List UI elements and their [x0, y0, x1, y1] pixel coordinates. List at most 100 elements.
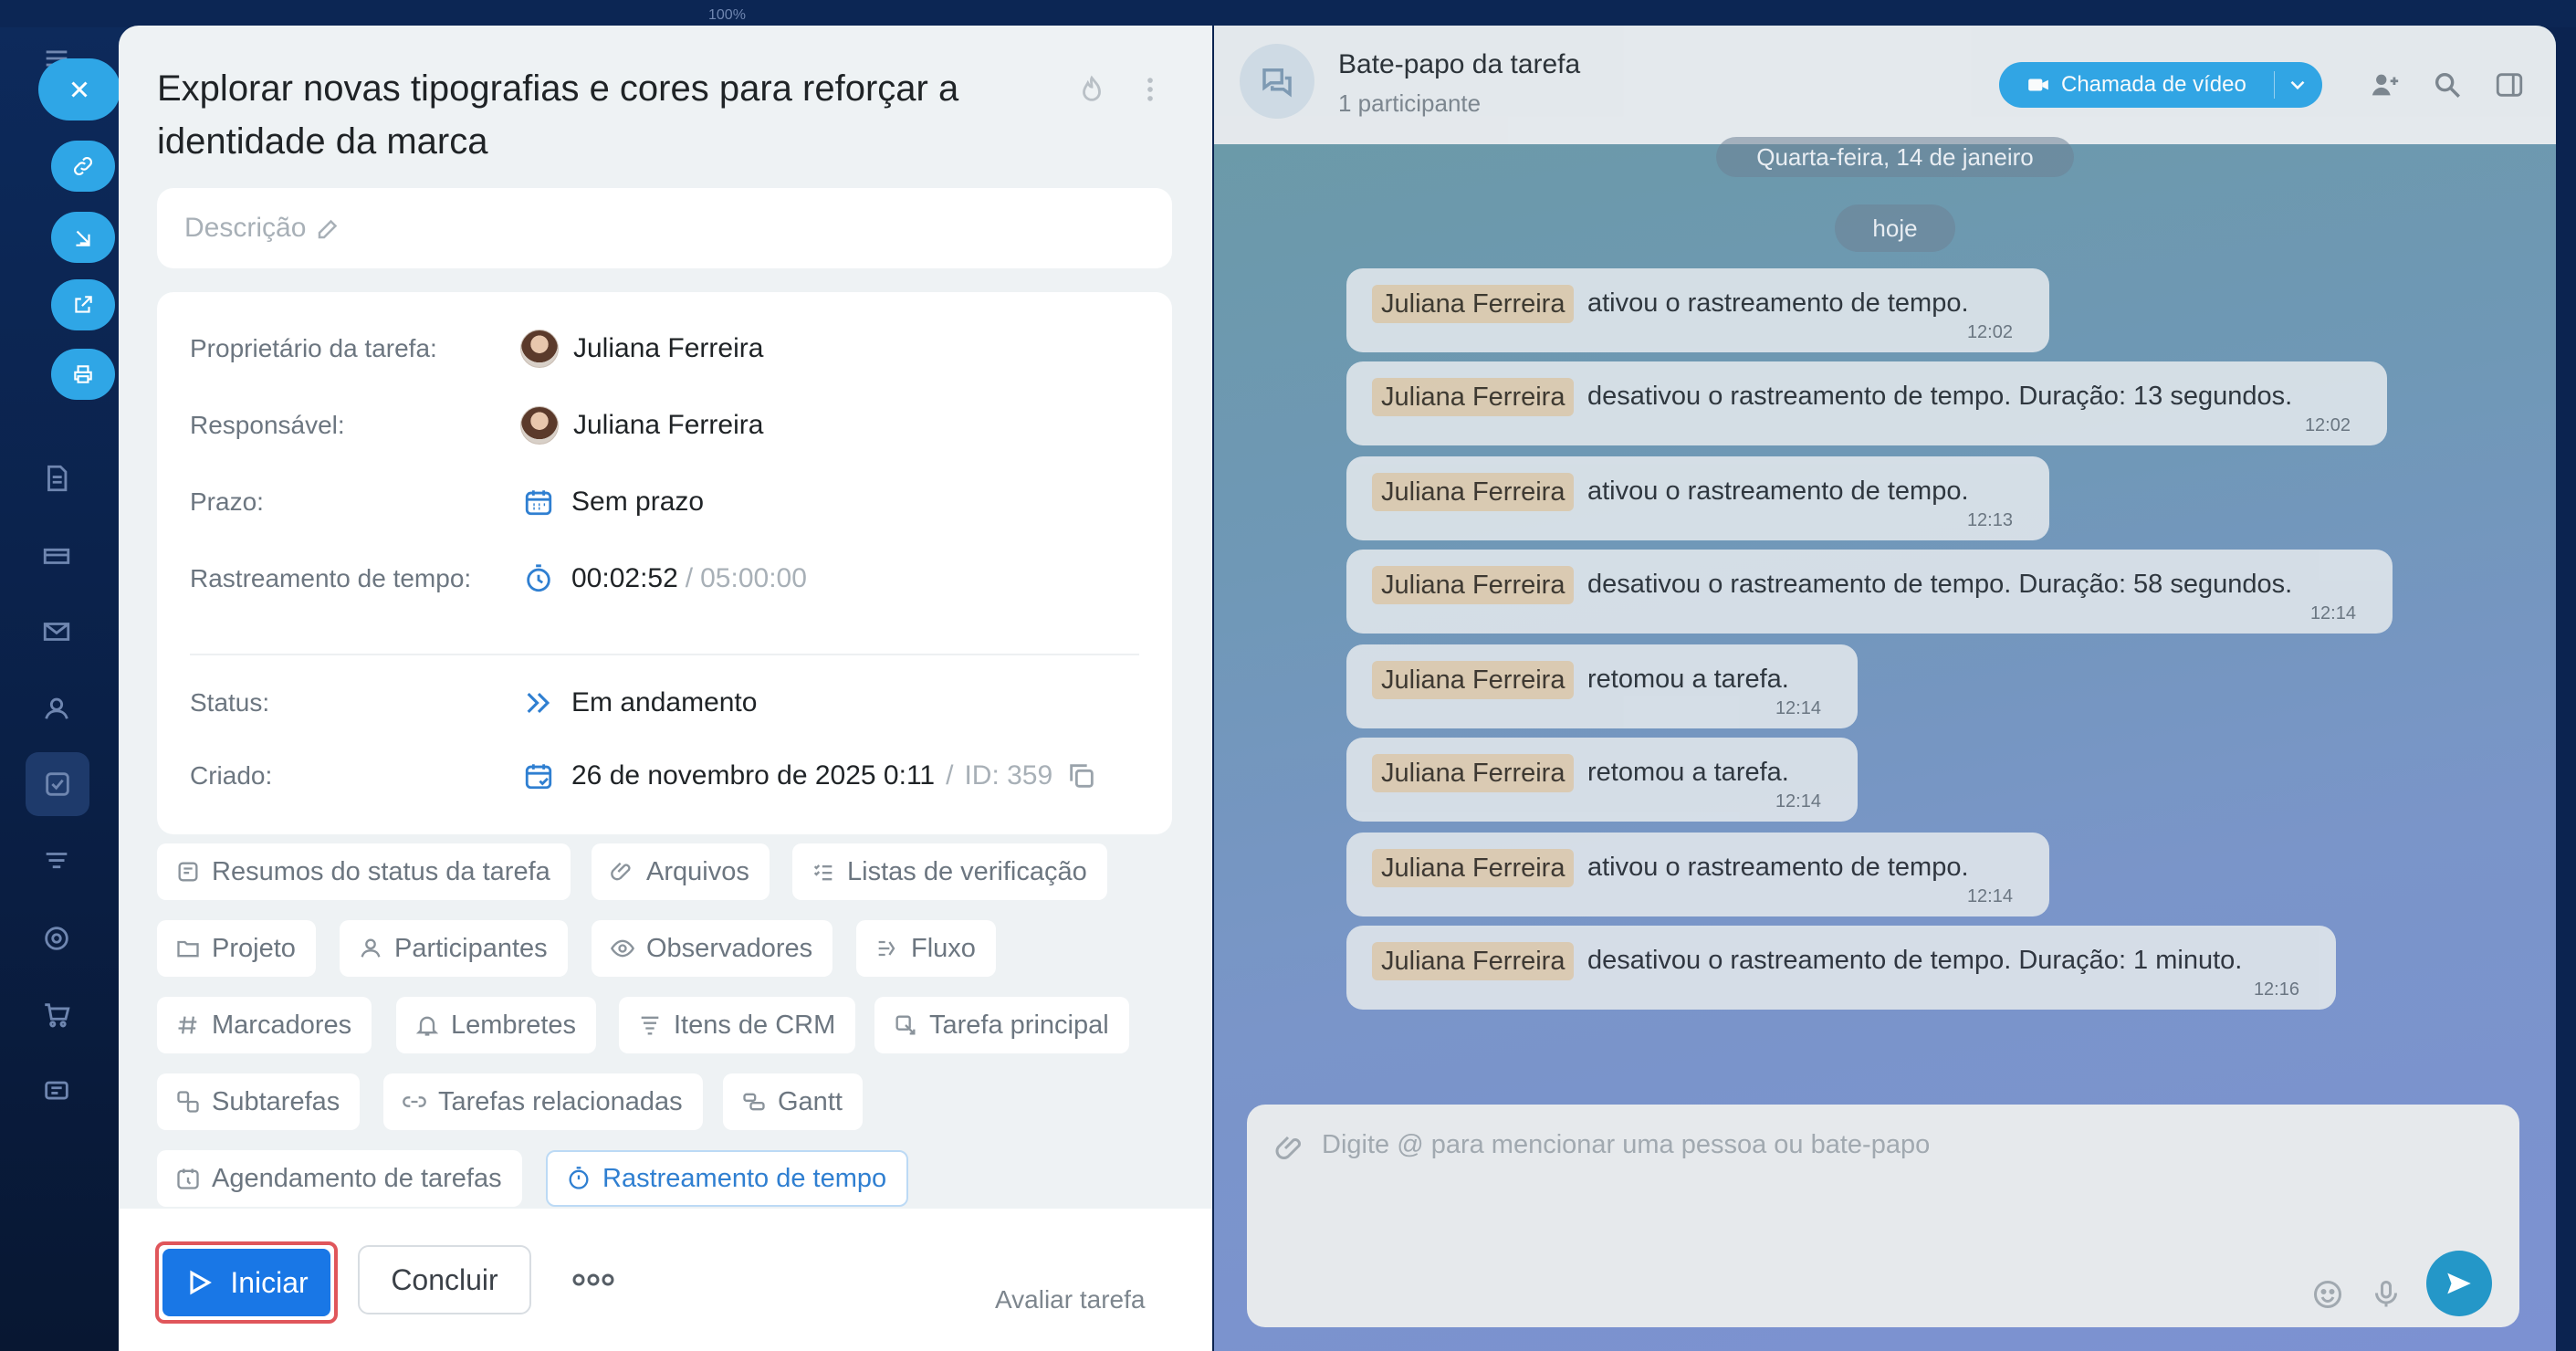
message-author[interactable]: Juliana Ferreira [1372, 566, 1575, 604]
more-vertical-icon[interactable] [1132, 71, 1168, 108]
owner-avatar[interactable] [520, 330, 559, 368]
description-placeholder: Descrição [184, 213, 307, 243]
message-text: ativou o rastreamento de tempo. [1587, 477, 1969, 506]
add-user-icon[interactable] [2366, 66, 2404, 104]
owner-name[interactable]: Juliana Ferreira [573, 333, 763, 364]
edit-icon [319, 219, 338, 239]
message-author[interactable]: Juliana Ferreira [1372, 661, 1575, 699]
crm-icon [641, 1016, 659, 1035]
chip-label: Lembretes [451, 1010, 577, 1040]
close-button[interactable] [38, 58, 120, 120]
video-call-label: Chamada de vídeo [2061, 72, 2246, 97]
mail-icon[interactable] [33, 608, 80, 655]
time-spent[interactable]: 00:02:52 [571, 563, 678, 594]
message-author[interactable]: Juliana Ferreira [1372, 754, 1575, 792]
chat-avatar [1240, 44, 1314, 119]
chip-label: Resumos do status da tarefa [212, 856, 550, 886]
copy-icon[interactable] [1063, 758, 1100, 794]
message-author[interactable]: Juliana Ferreira [1372, 849, 1575, 887]
message-text: ativou o rastreamento de tempo. [1587, 853, 1969, 882]
inbox-icon[interactable] [33, 531, 80, 579]
chip-tags[interactable]: Marcadores [157, 997, 372, 1053]
message-time: 12:14 [2309, 603, 2356, 623]
chip-project[interactable]: Projeto [157, 920, 316, 977]
message-time: 12:14 [1775, 791, 1821, 812]
download-button[interactable] [51, 212, 115, 263]
chip-gantt[interactable]: Gantt [723, 1073, 863, 1130]
chip-flow[interactable]: Fluxo [856, 920, 996, 977]
search-icon[interactable] [2428, 66, 2466, 104]
print-button[interactable] [51, 349, 115, 400]
message-time: 12:02 [1966, 322, 2013, 342]
chip-label: Gantt [778, 1086, 843, 1116]
status-value[interactable]: Em andamento [571, 687, 757, 718]
chat-message: Juliana Ferreira desativou o rastreament… [1346, 550, 2393, 634]
chip-reminders[interactable]: Lembretes [396, 997, 597, 1053]
tasks-icon[interactable] [26, 752, 89, 816]
chip-crm-items[interactable]: Itens de CRM [619, 997, 856, 1053]
cart-icon[interactable] [33, 991, 80, 1039]
send-button[interactable] [2426, 1251, 2492, 1316]
copy-link-button[interactable] [51, 141, 115, 192]
more-options-button[interactable] [566, 1262, 621, 1298]
deadline-value[interactable]: Sem prazo [571, 487, 704, 518]
chip-label: Marcadores [212, 1010, 352, 1040]
external-link-icon [75, 296, 92, 313]
contacts-icon[interactable] [33, 685, 80, 732]
calendar-icon [520, 484, 557, 520]
zoom-indicator: 100% [708, 7, 746, 23]
rate-task-link[interactable]: Avaliar tarefa [995, 1285, 1145, 1314]
start-button[interactable]: Iniciar [162, 1249, 330, 1316]
chat-panel: Bate-papo da tarefa 1 participante Chama… [1214, 26, 2556, 1351]
chip-parent-task[interactable]: Tarefa principal [874, 997, 1129, 1053]
chat-message: Juliana Ferreira retomou a tarefa. 12:14 [1346, 738, 1858, 822]
chip-participants[interactable]: Participantes [340, 920, 568, 977]
microphone-icon[interactable] [2370, 1278, 2403, 1311]
chip-label: Rastreamento de tempo [602, 1163, 887, 1193]
chip-files[interactable]: Arquivos [592, 843, 770, 900]
chip-observers[interactable]: Observadores [592, 920, 833, 977]
chip-checklists[interactable]: Listas de verificação [792, 843, 1107, 900]
chat-center-icon[interactable] [33, 1068, 80, 1115]
description-field[interactable]: Descrição [157, 188, 1172, 268]
message-author[interactable]: Juliana Ferreira [1372, 285, 1575, 323]
video-call-button[interactable]: Chamada de vídeo [1999, 62, 2322, 108]
chip-time-tracking[interactable]: Rastreamento de tempo [546, 1150, 909, 1207]
date-separator-today: hoje [1835, 204, 1955, 252]
paperclip-icon[interactable] [1274, 1132, 1307, 1165]
sidebar-toggle-icon[interactable] [2490, 66, 2529, 104]
message-input-placeholder[interactable]: Digite @ para mencionar uma pessoa ou ba… [1322, 1130, 1930, 1160]
message-author[interactable]: Juliana Ferreira [1372, 378, 1575, 416]
play-icon [190, 1270, 213, 1295]
message-composer[interactable]: Digite @ para mencionar uma pessoa ou ba… [1247, 1105, 2519, 1327]
open-new-window-button[interactable] [51, 279, 115, 330]
message-author[interactable]: Juliana Ferreira [1372, 942, 1575, 980]
document-icon[interactable] [33, 455, 80, 502]
link-icon [403, 1096, 426, 1107]
chat-participants-count[interactable]: 1 participante [1338, 89, 1481, 118]
eye-icon [610, 939, 635, 958]
chip-task-scheduling[interactable]: Agendamento de tarefas [157, 1150, 522, 1207]
calendar-clock-icon [177, 1168, 199, 1189]
created-value: 26 de novembro de 2025 0:11 [571, 760, 936, 791]
chevron-down-icon[interactable] [2286, 73, 2309, 97]
assignee-avatar[interactable] [520, 406, 559, 445]
chip-label: Projeto [212, 933, 296, 963]
assignee-name[interactable]: Juliana Ferreira [573, 410, 763, 441]
deadline-label: Prazo: [190, 487, 264, 516]
stopwatch-icon [520, 560, 557, 597]
chip-status-summaries[interactable]: Resumos do status da tarefa [157, 843, 571, 900]
chip-related-tasks[interactable]: Tarefas relacionadas [383, 1073, 703, 1130]
chip-subtasks[interactable]: Subtarefas [157, 1073, 361, 1130]
emoji-icon[interactable] [2311, 1278, 2344, 1311]
task-info-card: Proprietário da tarefa: Juliana Ferreira… [157, 292, 1172, 834]
time-planned[interactable]: 05:00:00 [700, 563, 807, 594]
message-author[interactable]: Juliana Ferreira [1372, 473, 1575, 511]
conclude-button[interactable]: Concluir [358, 1245, 531, 1314]
info-divider [190, 654, 1139, 655]
chip-label: Participantes [394, 933, 548, 963]
time-tracking-label: Rastreamento de tempo: [190, 564, 472, 592]
flame-icon[interactable] [1073, 71, 1110, 108]
filter-icon[interactable] [33, 838, 80, 885]
goal-icon[interactable] [33, 915, 80, 962]
